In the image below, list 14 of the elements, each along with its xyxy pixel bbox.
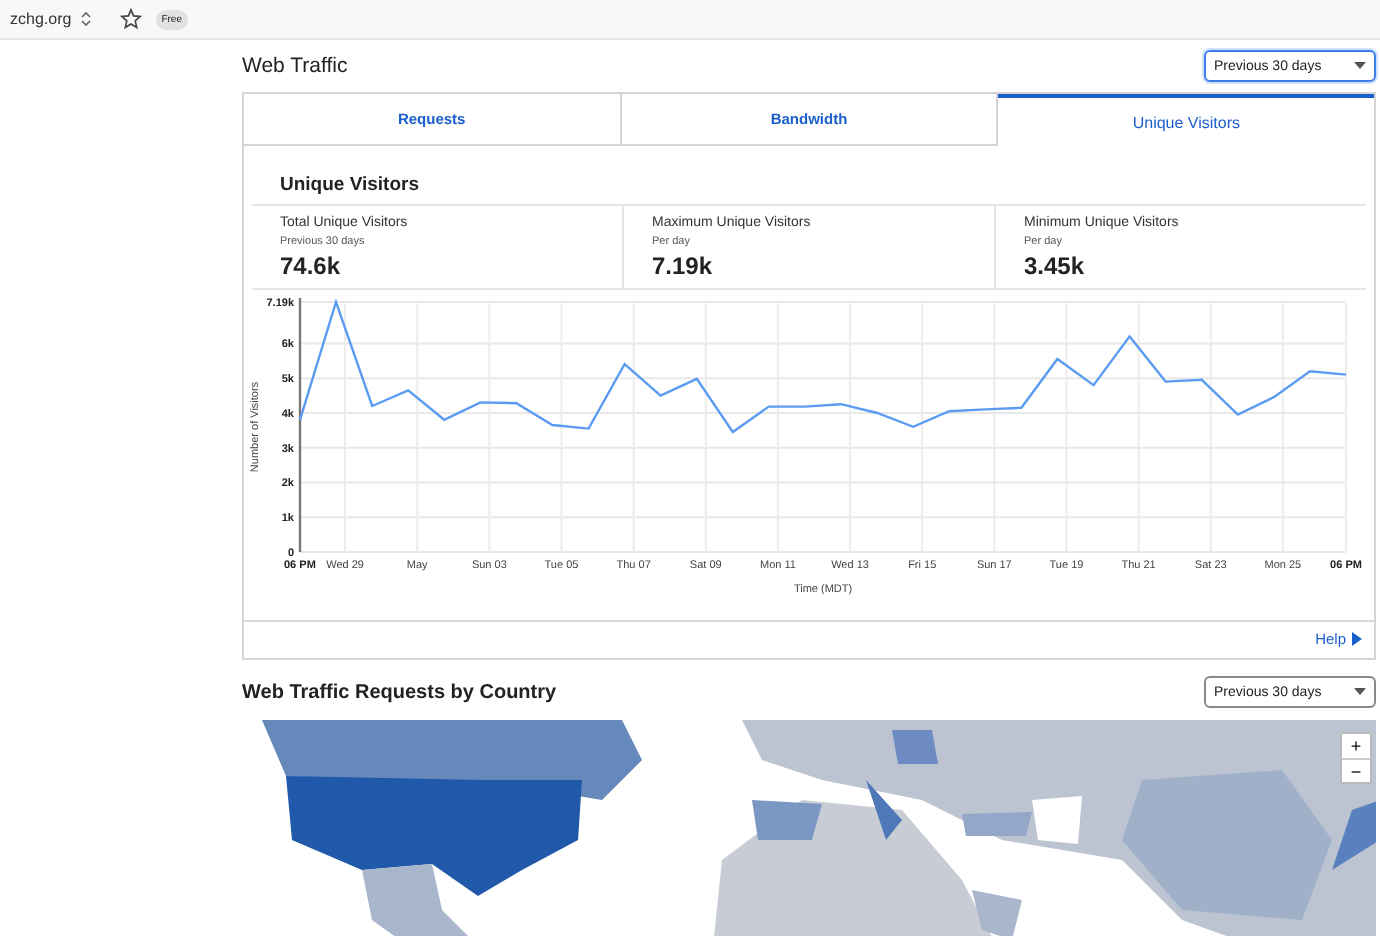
stat-value: 3.45k [1024,252,1087,280]
site-domain[interactable]: zchg.org [10,10,72,28]
stat-value: 74.6k [280,252,343,280]
tab[interactable]: Unique Visitors [998,94,1375,146]
caret-icon [1354,62,1366,70]
play-icon [1352,632,1362,646]
zoom-out-button[interactable]: − [1342,758,1370,782]
panel-title: Unique Visitors [252,146,1366,206]
caret-icon [1354,688,1366,696]
section-title: Web Traffic [242,54,348,78]
stat-value: 7.19k [652,252,715,280]
section-title: Web Traffic Requests by Country [242,681,557,703]
star-icon[interactable] [119,8,142,30]
up-down-icon[interactable] [79,10,92,28]
